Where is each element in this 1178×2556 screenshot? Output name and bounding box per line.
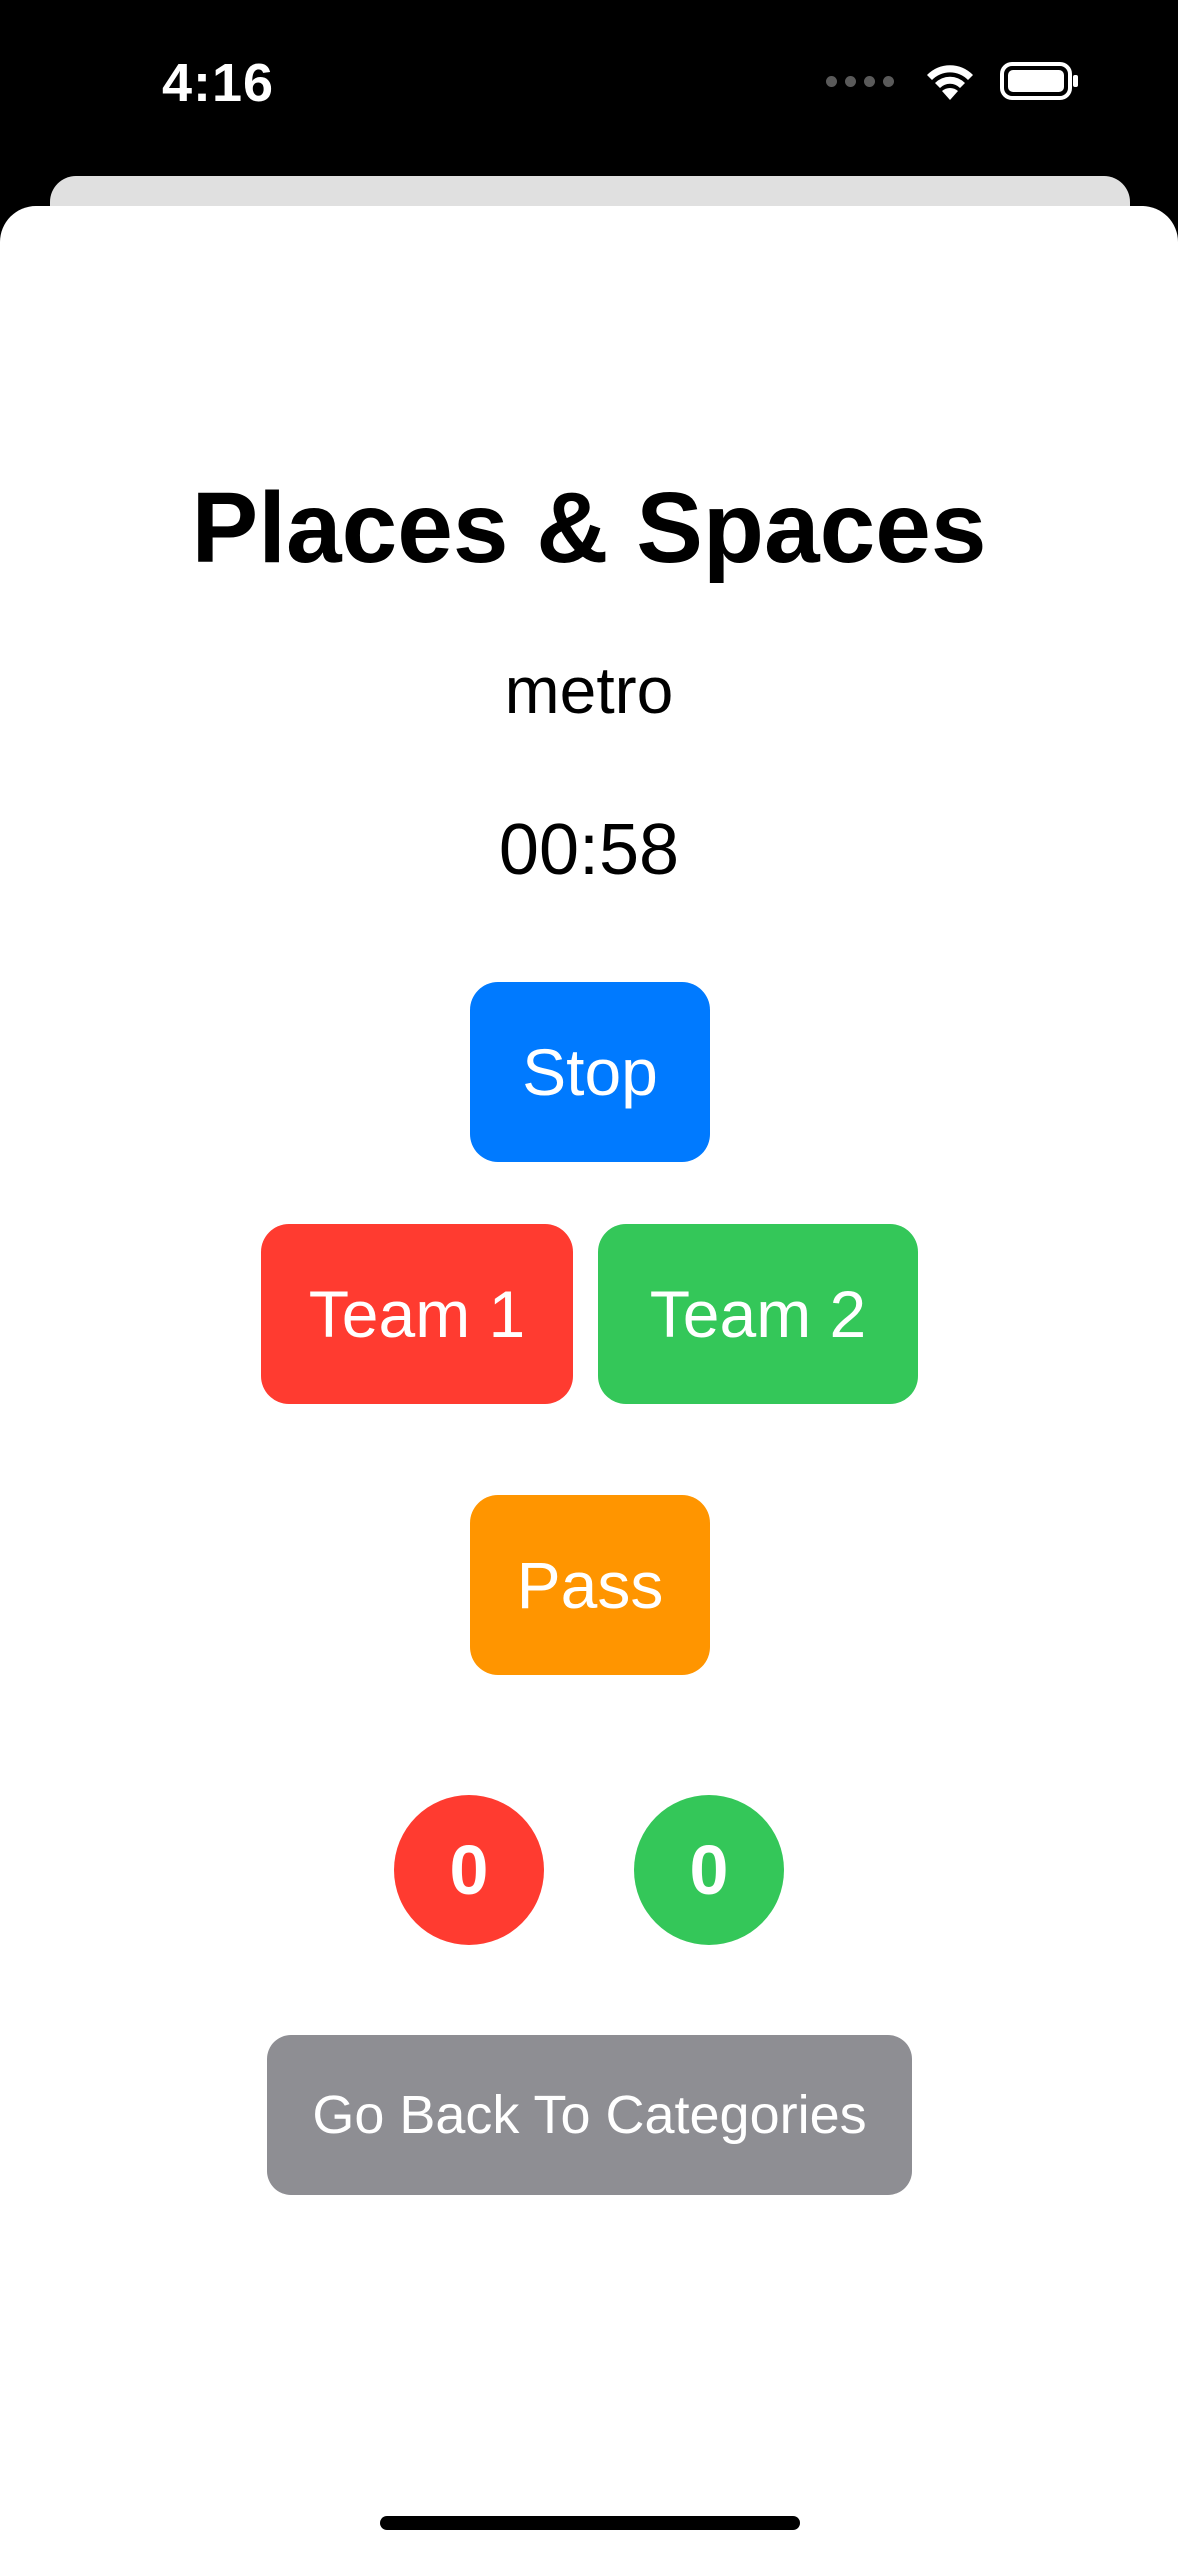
pass-button[interactable]: Pass xyxy=(470,1495,710,1675)
status-icons xyxy=(826,60,1080,102)
signal-dots-icon xyxy=(826,75,894,87)
status-time: 4:16 xyxy=(162,53,275,113)
status-bar: 4:16 xyxy=(0,0,1178,180)
team1-score-badge: 0 xyxy=(394,1795,544,1945)
team2-button[interactable]: Team 2 xyxy=(598,1224,918,1404)
countdown-timer: 00:58 xyxy=(498,810,680,890)
team1-button[interactable]: Team 1 xyxy=(261,1224,573,1404)
back-to-categories-button[interactable]: Go Back To Categories xyxy=(267,2035,912,2195)
wifi-icon xyxy=(927,65,973,100)
battery-icon xyxy=(1000,62,1078,100)
stop-button[interactable]: Stop xyxy=(470,982,710,1162)
category-title: Places & Spaces xyxy=(191,472,987,584)
team2-score-badge: 0 xyxy=(634,1795,784,1945)
home-indicator[interactable] xyxy=(380,2516,800,2530)
current-word: metro xyxy=(504,653,674,727)
